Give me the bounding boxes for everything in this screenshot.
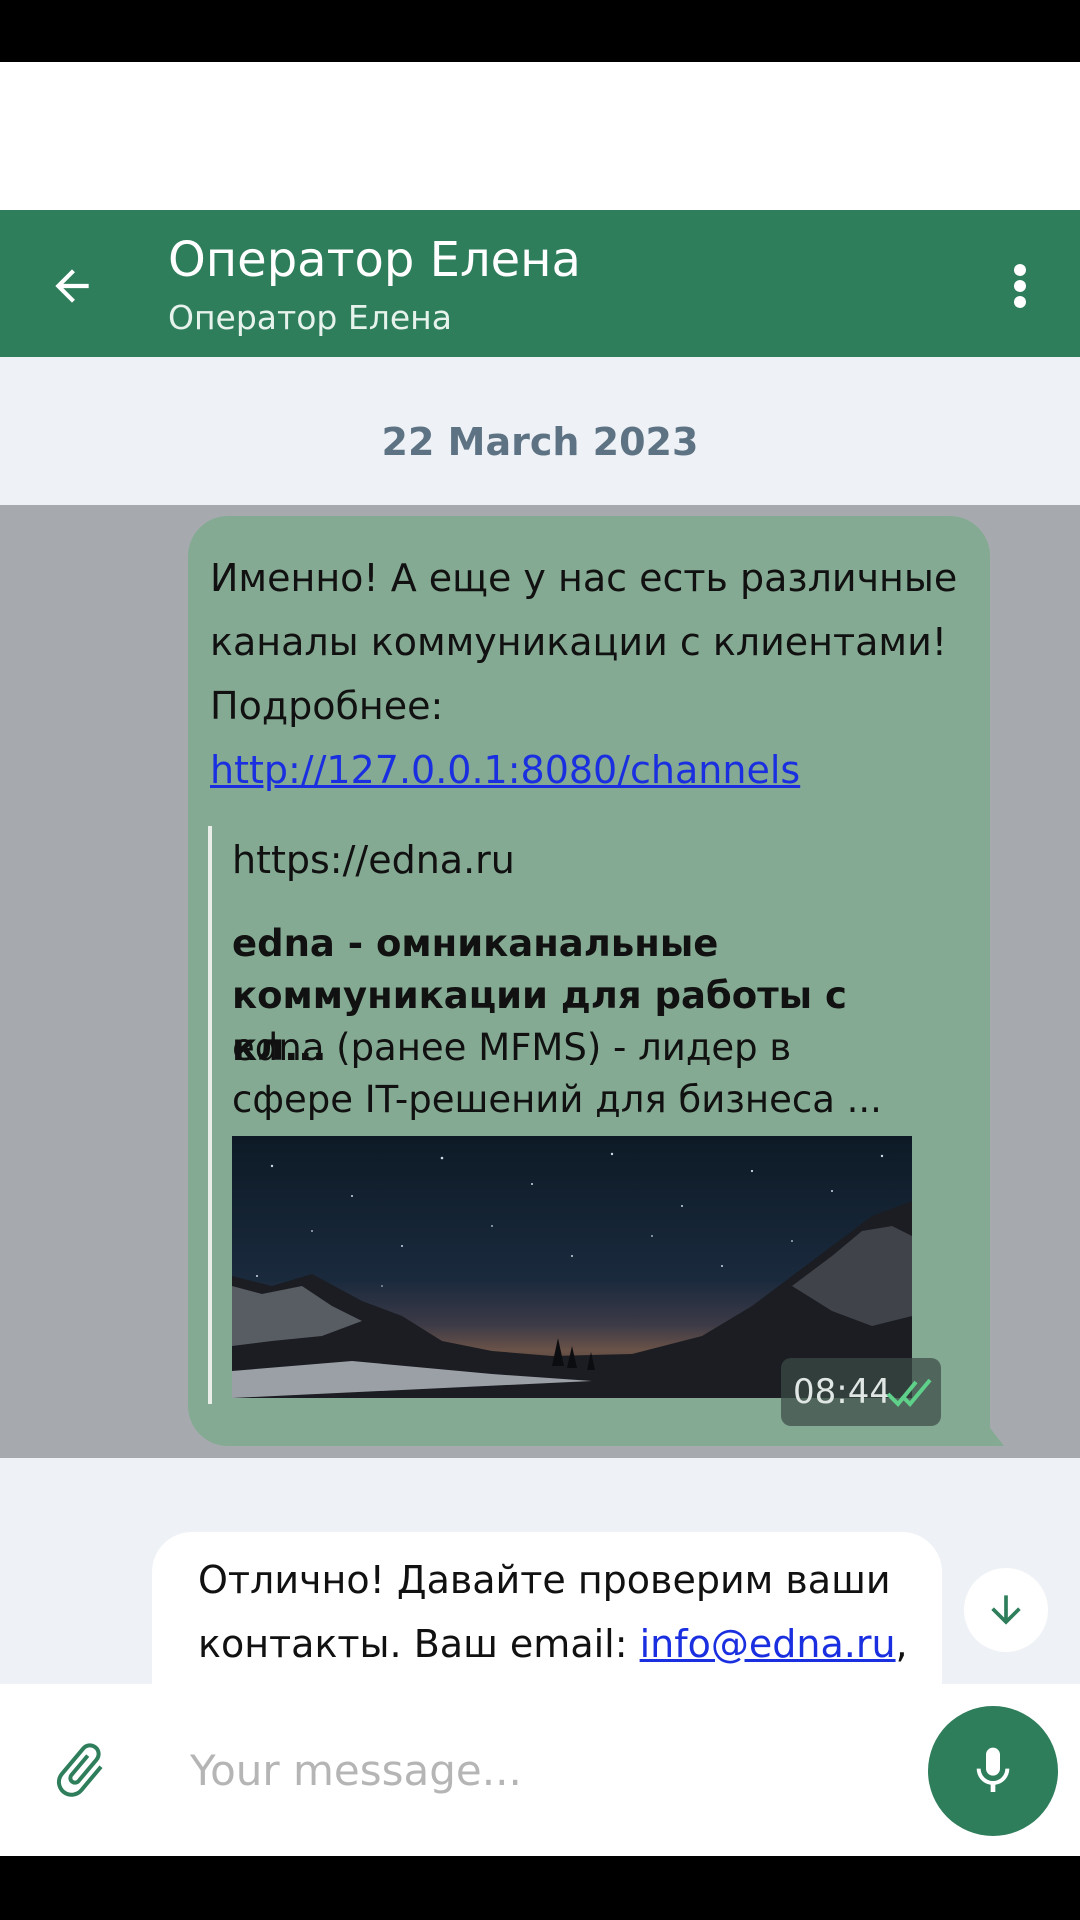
message-text-part: Именно! А еще у нас есть различные канал… xyxy=(210,556,958,728)
message-input[interactable] xyxy=(170,1724,910,1816)
double-check-icon xyxy=(886,1378,932,1407)
paperclip-icon xyxy=(56,1743,103,1797)
microphone-icon xyxy=(976,1747,1010,1792)
chat-title: Оператор Елена xyxy=(168,232,581,288)
outgoing-message-bubble[interactable]: Именно! А еще у нас есть различные канал… xyxy=(188,516,990,1446)
chat-screen: Оператор Елена Оператор Елена 22 March 2… xyxy=(0,0,1080,1920)
scroll-down-button[interactable] xyxy=(964,1568,1048,1652)
more-options-button[interactable] xyxy=(990,254,1050,318)
outgoing-message-text: Именно! А еще у нас есть различные канал… xyxy=(210,546,980,802)
channels-link[interactable]: http://127.0.0.1:8080/channels xyxy=(210,748,800,792)
incoming-message-bubble[interactable]: Отлично! Давайте проверим ваши контакты.… xyxy=(152,1532,942,1692)
chat-subtitle: Оператор Елена xyxy=(168,298,452,337)
link-preview[interactable]: https://edna.ru edna - омниканальные ком… xyxy=(208,826,928,1404)
date-separator: 22 March 2023 xyxy=(381,420,699,464)
attach-button[interactable] xyxy=(48,1734,112,1806)
navigation-bar xyxy=(0,1856,1080,1920)
preview-description: edna (ранее MFMS) - лидер в сфере IT-реш… xyxy=(232,1026,882,1121)
message-composer xyxy=(0,1684,1080,1856)
message-time-badge: 08:44 xyxy=(781,1358,941,1426)
arrow-left-icon xyxy=(55,269,89,303)
app-bar: Оператор Елена Оператор Елена xyxy=(0,210,1080,357)
status-bar xyxy=(0,0,1080,62)
arrow-down-icon xyxy=(991,1595,1021,1625)
more-vertical-icon xyxy=(1014,264,1026,308)
incoming-message-text: Отлично! Давайте проверим ваши контакты.… xyxy=(198,1548,928,1676)
message-time: 08:44 xyxy=(793,1372,891,1412)
message-text-part: , xyxy=(895,1622,908,1666)
email-link[interactable]: info@edna.ru xyxy=(640,1622,896,1666)
top-spacer xyxy=(0,62,1080,210)
back-button[interactable] xyxy=(40,254,104,318)
voice-record-button[interactable] xyxy=(928,1706,1058,1836)
preview-url: https://edna.ru xyxy=(232,838,515,882)
